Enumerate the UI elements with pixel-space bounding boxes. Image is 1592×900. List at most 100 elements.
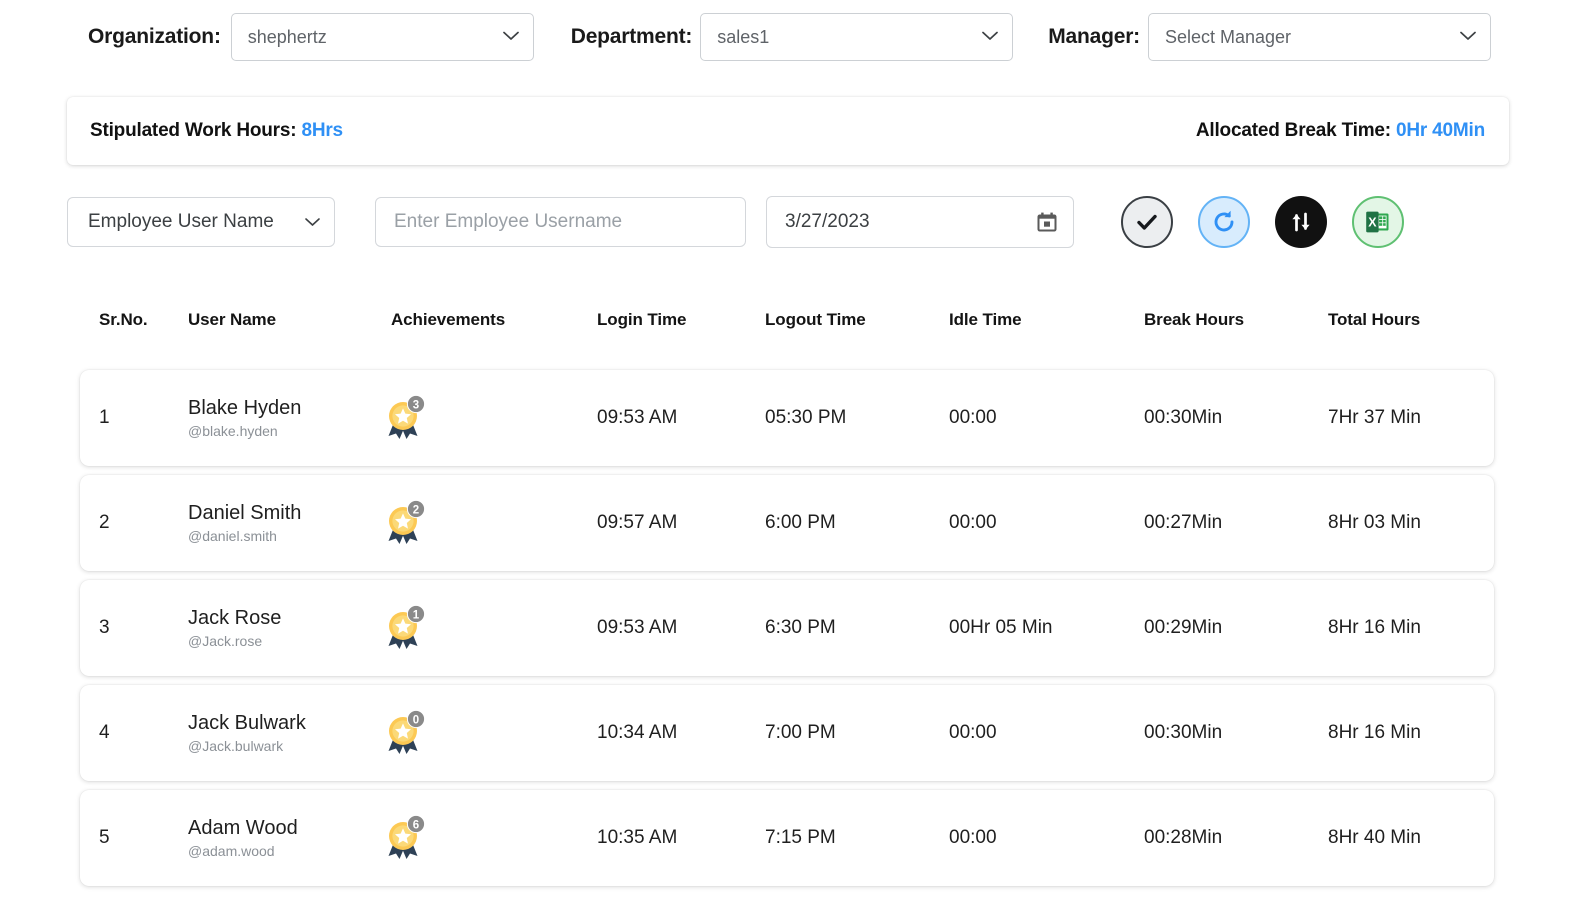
column-header-user-name: User Name xyxy=(188,310,276,329)
table-row[interactable]: 1 Blake Hyden @blake.hyden 3 09:53 AM 05… xyxy=(80,370,1494,466)
allocated-break-time: Allocated Break Time: 0Hr 40Min xyxy=(1196,120,1485,142)
user-handle: @Jack.rose xyxy=(188,633,263,649)
table-row[interactable]: 4 Jack Bulwark @Jack.bulwark 0 10:34 AM … xyxy=(80,685,1494,781)
chevron-down-icon xyxy=(305,211,320,233)
date-value: 3/27/2023 xyxy=(785,211,870,232)
cell-login-time: 09:57 AM xyxy=(597,512,678,533)
cell-user: Daniel Smith @daniel.smith xyxy=(188,501,301,546)
cell-login-time: 10:34 AM xyxy=(597,722,678,743)
cell-logout-time: 05:30 PM xyxy=(765,407,847,428)
search-by-value: Employee User Name xyxy=(88,211,274,232)
cell-idle-time: 00Hr 05 Min xyxy=(949,617,1053,638)
cell-sr-no: 1 xyxy=(99,407,110,428)
manager-filter: Manager: Select Manager xyxy=(1048,13,1491,61)
cell-login-time: 09:53 AM xyxy=(597,407,678,428)
svg-text:2: 2 xyxy=(413,504,419,516)
sort-button[interactable] xyxy=(1275,196,1327,248)
table-row[interactable]: 5 Adam Wood @adam.wood 6 10:35 AM 7:15 P… xyxy=(80,790,1494,886)
svg-text:3: 3 xyxy=(413,399,419,411)
cell-break-hours: 00:30Min xyxy=(1144,407,1223,428)
cell-sr-no: 2 xyxy=(99,512,110,533)
date-field[interactable]: 3/27/2023 xyxy=(766,196,1074,248)
cell-idle-time: 00:00 xyxy=(949,722,997,743)
stipulated-work-hours-label: Stipulated Work Hours: xyxy=(90,120,302,141)
export-excel-button[interactable]: X xyxy=(1352,196,1404,248)
allocated-break-time-value: 0Hr 40Min xyxy=(1395,120,1485,141)
cell-user: Jack Rose @Jack.rose xyxy=(188,606,281,651)
cell-logout-time: 6:30 PM xyxy=(765,617,836,638)
stipulated-work-hours: Stipulated Work Hours: 8Hrs xyxy=(90,120,343,142)
department-filter: Department: sales1 xyxy=(571,13,1014,61)
achievement-medal-icon: 1 xyxy=(383,605,427,651)
cell-idle-time: 00:00 xyxy=(949,827,997,848)
manager-label: Manager: xyxy=(1048,25,1140,48)
top-filter-bar: Organization: shephertz Department: sale… xyxy=(0,0,1592,66)
svg-text:1: 1 xyxy=(413,609,420,621)
cell-achievements[interactable]: 3 xyxy=(383,395,427,441)
check-icon xyxy=(1137,214,1157,230)
cell-achievements[interactable]: 0 xyxy=(383,710,427,756)
attendance-report-page: Organization: shephertz Department: sale… xyxy=(0,0,1592,900)
cell-achievements[interactable]: 1 xyxy=(383,605,427,651)
search-by-select[interactable]: Employee User Name xyxy=(67,197,335,247)
refresh-button[interactable] xyxy=(1198,196,1250,248)
cell-logout-time: 6:00 PM xyxy=(765,512,836,533)
cell-break-hours: 00:28Min xyxy=(1144,827,1223,848)
user-handle: @Jack.bulwark xyxy=(188,738,284,754)
department-select[interactable]: sales1 xyxy=(700,13,1014,61)
manager-select[interactable]: Select Manager xyxy=(1147,13,1491,61)
user-name: Blake Hyden xyxy=(188,397,302,419)
organization-value: shephertz xyxy=(247,26,327,47)
cell-achievements[interactable]: 2 xyxy=(383,500,427,546)
svg-text:0: 0 xyxy=(413,714,419,726)
refresh-icon xyxy=(1214,210,1234,232)
svg-text:X: X xyxy=(1368,215,1377,229)
table-body: 1 Blake Hyden @blake.hyden 3 09:53 AM 05… xyxy=(80,370,1494,895)
svg-text:6: 6 xyxy=(413,819,419,831)
cell-total-hours: 8Hr 16 Min xyxy=(1328,722,1421,743)
cell-achievements[interactable]: 6 xyxy=(383,815,427,861)
cell-logout-time: 7:00 PM xyxy=(765,722,836,743)
column-header-login-time: Login Time xyxy=(597,310,687,329)
cell-sr-no: 5 xyxy=(99,827,110,848)
manager-value: Select Manager xyxy=(1164,26,1292,47)
user-name: Daniel Smith xyxy=(188,502,302,524)
cell-sr-no: 3 xyxy=(99,617,110,638)
department-value: sales1 xyxy=(717,26,770,47)
sort-icon xyxy=(1292,212,1310,232)
user-name: Jack Bulwark xyxy=(188,712,306,734)
cell-user: Blake Hyden @blake.hyden xyxy=(188,396,301,441)
achievement-medal-icon: 2 xyxy=(383,500,427,546)
user-handle: @blake.hyden xyxy=(188,423,278,439)
apply-check-button[interactable] xyxy=(1121,196,1173,248)
column-header-total-hours: Total Hours xyxy=(1328,310,1421,329)
achievement-medal-icon: 0 xyxy=(383,710,427,756)
calendar-icon[interactable] xyxy=(1035,210,1059,234)
cell-break-hours: 00:27Min xyxy=(1144,512,1223,533)
table-row[interactable]: 2 Daniel Smith @daniel.smith 2 09:57 AM … xyxy=(80,475,1494,571)
table-row[interactable]: 3 Jack Rose @Jack.rose 1 09:53 AM 6:30 P… xyxy=(80,580,1494,676)
column-header-achievements: Achievements xyxy=(391,310,506,329)
cell-user: Adam Wood @adam.wood xyxy=(188,816,298,861)
cell-total-hours: 8Hr 16 Min xyxy=(1328,617,1421,638)
cell-logout-time: 7:15 PM xyxy=(765,827,836,848)
cell-break-hours: 00:29Min xyxy=(1144,617,1223,638)
organization-label: Organization: xyxy=(88,25,221,48)
achievement-medal-icon: 3 xyxy=(383,395,427,441)
search-input[interactable] xyxy=(375,197,746,247)
column-header-logout-time: Logout Time xyxy=(765,310,866,329)
user-name: Adam Wood xyxy=(188,817,298,839)
cell-sr-no: 4 xyxy=(99,722,110,743)
stipulated-work-hours-value: 8Hrs xyxy=(301,120,343,141)
organization-select[interactable]: shephertz xyxy=(230,13,534,61)
user-handle: @adam.wood xyxy=(188,843,275,859)
cell-idle-time: 00:00 xyxy=(949,512,997,533)
cell-login-time: 09:53 AM xyxy=(597,617,678,638)
user-handle: @daniel.smith xyxy=(188,528,277,544)
column-header-sr-no: Sr.No. xyxy=(99,310,148,329)
user-name: Jack Rose xyxy=(188,607,282,629)
cell-user: Jack Bulwark @Jack.bulwark xyxy=(188,711,306,756)
search-controls-row: Employee User Name 3/27/2023 xyxy=(67,195,1517,249)
column-header-break-hours: Break Hours xyxy=(1144,310,1244,329)
allocated-break-time-label: Allocated Break Time: xyxy=(1195,120,1396,141)
